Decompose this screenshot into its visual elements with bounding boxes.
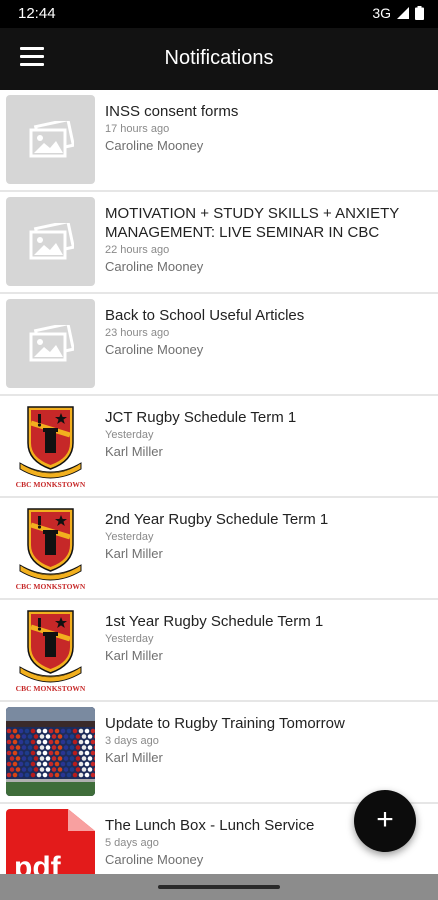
notification-item[interactable]: CBC MONKSTOWN 1st Year Rugby Schedule Ter…: [0, 600, 438, 702]
app-bar: Notifications: [0, 28, 438, 90]
crest-label: CBC MONKSTOWN: [16, 582, 86, 591]
school-crest-icon: CBC MONKSTOWN: [16, 406, 86, 489]
network-type: 3G: [372, 5, 391, 21]
notification-text: Back to School Useful Articles 23 hours a…: [105, 306, 426, 357]
image-placeholder-icon: [29, 120, 74, 157]
notification-list[interactable]: INSS consent forms 17 hours ago Caroline M…: [0, 90, 438, 874]
notification-item[interactable]: Back to School Useful Articles 23 hours a…: [0, 294, 438, 396]
notification-thumbnail: CBC MONKSTOWN: [6, 401, 95, 490]
notification-author: Karl Miller: [105, 546, 163, 561]
notification-thumbnail: CBC MONKSTOWN: [6, 503, 95, 592]
notification-text: MOTIVATION + STUDY SKILLS + ANXIETY MANA…: [105, 204, 426, 274]
notification-thumbnail: [6, 707, 95, 796]
notification-author: Karl Miller: [105, 648, 163, 663]
notification-author: Karl Miller: [105, 444, 163, 459]
image-placeholder-icon: [29, 222, 74, 259]
notification-thumbnail: pdf: [6, 809, 95, 874]
crest-label: CBC MONKSTOWN: [16, 480, 86, 489]
rugby-photo-thumbnail: [6, 707, 95, 796]
notification-time: 23 hours ago: [105, 327, 170, 339]
notification-title: Back to School Useful Articles: [105, 307, 305, 324]
pdf-label: pdf: [14, 851, 62, 874]
notification-title: JCT Rugby Schedule Term 1: [105, 409, 297, 426]
notification-text: 2nd Year Rugby Schedule Term 1 Yesterday K…: [105, 510, 426, 561]
notification-title: 1st Year Rugby Schedule Term 1: [105, 613, 324, 630]
notification-item[interactable]: CBC MONKSTOWN JCT Rugby Schedule Term 1 Ye…: [0, 396, 438, 498]
add-button[interactable]: +: [354, 790, 416, 852]
notification-item[interactable]: Update to Rugby Training Tomorrow 3 days …: [0, 702, 438, 804]
notification-item[interactable]: MOTIVATION + STUDY SKILLS + ANXIETY MANA…: [0, 192, 438, 294]
notification-title: Update to Rugby Training Tomorrow: [105, 715, 345, 732]
battery-icon: [415, 6, 424, 20]
notification-text: INSS consent forms 17 hours ago Caroline M…: [105, 102, 426, 153]
navigation-bar: [0, 874, 438, 900]
crest-label: CBC MONKSTOWN: [16, 684, 86, 693]
notification-thumbnail: [6, 197, 95, 286]
school-crest-icon: CBC MONKSTOWN: [16, 508, 86, 591]
notification-time: Yesterday: [105, 531, 154, 543]
notification-author: Caroline Mooney: [105, 138, 204, 153]
notification-item[interactable]: INSS consent forms 17 hours ago Caroline M…: [0, 90, 438, 192]
notification-time: 22 hours ago: [105, 244, 170, 256]
image-placeholder-icon: [29, 324, 74, 361]
notification-title: INSS consent forms: [105, 103, 239, 120]
notification-author: Caroline Mooney: [105, 342, 204, 357]
notification-author: Karl Miller: [105, 750, 163, 765]
notification-time: 3 days ago: [105, 735, 159, 747]
notification-thumbnail: [6, 299, 95, 388]
status-icons: 3G: [372, 5, 424, 21]
notification-title: 2nd Year Rugby Schedule Term 1: [105, 511, 329, 528]
notification-time: Yesterday: [105, 633, 154, 645]
notification-thumbnail: [6, 95, 95, 184]
notification-author: Caroline Mooney: [105, 259, 204, 274]
school-crest-icon: CBC MONKSTOWN: [16, 610, 86, 693]
signal-icon: [397, 7, 409, 19]
notification-text: 1st Year Rugby Schedule Term 1 Yesterday K…: [105, 612, 426, 663]
page-title: Notifications: [164, 47, 274, 69]
notification-time: 17 hours ago: [105, 123, 170, 135]
notification-text: Update to Rugby Training Tomorrow 3 days …: [105, 714, 426, 765]
notification-time: Yesterday: [105, 429, 154, 441]
status-bar: 12:44 3G: [0, 0, 438, 28]
gesture-handle[interactable]: [158, 885, 280, 889]
notification-item[interactable]: CBC MONKSTOWN 2nd Year Rugby Schedule Ter…: [0, 498, 438, 600]
notification-text: JCT Rugby Schedule Term 1 Yesterday Karl M…: [105, 408, 426, 459]
notification-title: MOTIVATION + STUDY SKILLS + ANXIETY MANA…: [105, 205, 399, 241]
notification-author: Caroline Mooney: [105, 852, 204, 867]
pdf-file-icon: pdf: [6, 809, 95, 874]
status-time: 12:44: [18, 5, 56, 22]
notification-thumbnail: CBC MONKSTOWN: [6, 605, 95, 694]
